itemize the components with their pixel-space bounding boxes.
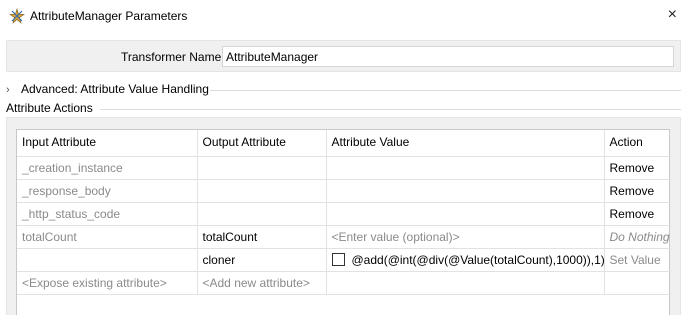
action-cell[interactable]: Set Value	[604, 248, 671, 272]
advanced-section-toggle[interactable]: › Advanced: Attribute Value Handling	[6, 82, 209, 98]
table-row[interactable]: _creation_instance Remove	[17, 156, 671, 180]
action-cell[interactable]: Remove	[604, 156, 671, 180]
input-attribute-cell[interactable]: _creation_instance	[17, 156, 198, 180]
transformer-name-panel: Transformer Name:	[6, 40, 681, 72]
transformer-name-input[interactable]	[222, 46, 674, 67]
action-cell[interactable]	[604, 271, 671, 295]
attribute-value-cell[interactable]: @add(@int(@div(@Value(totalCount),1000))…	[326, 248, 605, 272]
attribute-value-cell[interactable]: <Enter value (optional)>	[326, 225, 605, 249]
action-cell[interactable]: Remove	[604, 202, 671, 226]
column-header-input-attribute[interactable]: Input Attribute	[17, 130, 198, 157]
attribute-value-cell[interactable]	[326, 271, 605, 295]
column-header-action[interactable]: Action	[604, 130, 671, 157]
table-row[interactable]: _http_status_code Remove	[17, 202, 671, 226]
attribute-actions-table: Input Attribute Output Attribute Attribu…	[16, 129, 671, 315]
title-bar: AttributeManager Parameters ×	[0, 0, 687, 32]
input-attribute-cell[interactable]: _http_status_code	[17, 202, 198, 226]
expose-attribute-cell[interactable]: <Expose existing attribute>	[17, 271, 198, 295]
output-attribute-cell[interactable]	[197, 202, 327, 226]
attribute-value-cell[interactable]	[326, 156, 605, 180]
action-cell[interactable]: Do Nothing	[604, 225, 671, 249]
close-button[interactable]: ×	[668, 5, 677, 25]
output-attribute-cell[interactable]: cloner	[197, 248, 327, 272]
attribute-value-cell[interactable]	[326, 202, 605, 226]
action-cell[interactable]: Remove	[604, 179, 671, 203]
input-attribute-cell[interactable]: totalCount	[17, 225, 198, 249]
input-attribute-cell[interactable]	[17, 248, 198, 272]
attribute-value-expression: @add(@int(@div(@Value(totalCount),1000))…	[351, 252, 604, 267]
output-attribute-cell[interactable]: totalCount	[197, 225, 327, 249]
attribute-actions-title: Attribute Actions	[6, 101, 93, 115]
column-header-output-attribute[interactable]: Output Attribute	[197, 130, 327, 157]
expression-checkbox[interactable]	[331, 252, 345, 266]
table-row[interactable]: cloner @add(@int(@div(@Value(totalCount)…	[17, 248, 671, 272]
section-divider	[210, 90, 681, 91]
table-row[interactable]: _response_body Remove	[17, 179, 671, 203]
transformer-name-label: Transformer Name:	[121, 50, 225, 64]
table-row[interactable]: totalCount totalCount <Enter value (opti…	[17, 225, 671, 249]
section-divider	[100, 109, 681, 110]
table-row[interactable]: <Expose existing attribute> <Add new att…	[17, 271, 671, 295]
advanced-section-label: Advanced: Attribute Value Handling	[21, 82, 209, 96]
table-header-row: Input Attribute Output Attribute Attribu…	[17, 130, 671, 157]
add-attribute-cell[interactable]: <Add new attribute>	[197, 271, 327, 295]
input-attribute-cell[interactable]: _response_body	[17, 179, 198, 203]
attribute-value-cell[interactable]	[326, 179, 605, 203]
output-attribute-cell[interactable]	[197, 179, 327, 203]
window-title: AttributeManager Parameters	[30, 9, 188, 23]
chevron-right-icon: ›	[6, 84, 10, 96]
transformer-icon	[9, 8, 25, 24]
column-header-attribute-value[interactable]: Attribute Value	[326, 130, 605, 157]
output-attribute-cell[interactable]	[197, 156, 327, 180]
